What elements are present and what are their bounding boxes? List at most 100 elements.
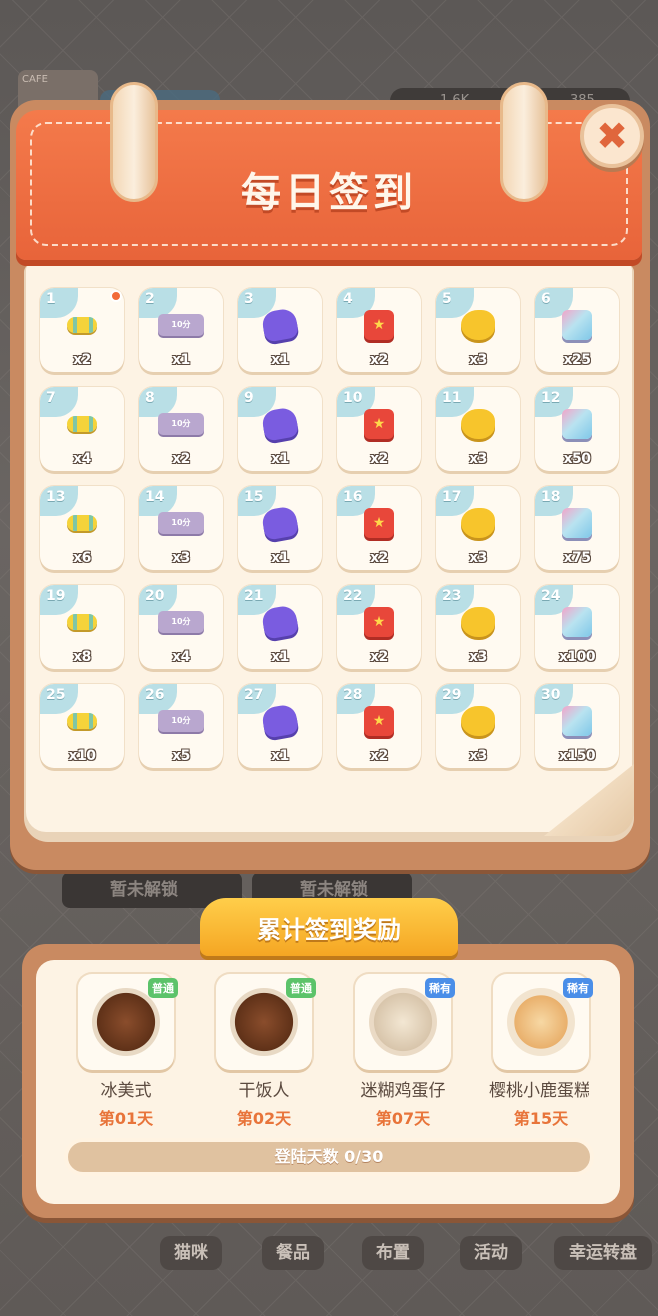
gem-icon	[562, 705, 592, 736]
day-number: 22	[343, 588, 363, 604]
day-cell[interactable]: 3 x1	[238, 288, 322, 372]
day-number: 7	[46, 390, 56, 406]
day-cell[interactable]: 20 10分 x4	[139, 585, 223, 669]
fish-icon	[461, 408, 495, 439]
day-number: 3	[244, 291, 254, 307]
day-number: 2	[145, 291, 155, 307]
day-cell[interactable]: 2 10分 x1	[139, 288, 223, 372]
reward-day: 第07天	[375, 1109, 431, 1128]
reward-quantity: x3	[469, 550, 487, 566]
cumulative-reward-2[interactable]: 普通 干饭人 第02天	[216, 974, 316, 1129]
day-cell[interactable]: 16 ★ x2	[337, 486, 421, 570]
day-cell[interactable]: 18 x75	[535, 486, 619, 570]
reward-quantity: x2	[370, 550, 388, 566]
reward-quantity: x1	[271, 352, 289, 368]
day-cell[interactable]: 28 ★ x2	[337, 684, 421, 768]
day-cell[interactable]: 6 x25	[535, 288, 619, 372]
candy-icon	[67, 415, 97, 432]
day-cell[interactable]: 22 ★ x2	[337, 585, 421, 669]
nav-food: 餐品	[262, 1236, 324, 1270]
coupon-icon: ★	[364, 507, 394, 538]
reward-name: 迷糊鸡蛋仔	[360, 1081, 446, 1101]
cumulative-reward-1[interactable]: 普通 冰美式 第01天	[78, 974, 178, 1129]
reward-name: 樱桃小鹿蛋糕	[489, 1081, 589, 1101]
rarity-badge: 稀有	[563, 978, 593, 998]
reward-quantity: x150	[558, 748, 596, 764]
day-number: 5	[442, 291, 452, 307]
ticket-icon: 10分	[158, 511, 204, 534]
day-cell[interactable]: 23 x3	[436, 585, 520, 669]
candy-icon	[67, 316, 97, 333]
gem-icon	[562, 408, 592, 439]
daily-reward-grid: 1 x2 2 10分 x1 3 x1 4 ★ x2 5 x3 6 x25 7 x4 8 10分 x2 9 x1 10 ★ x2…	[40, 288, 624, 768]
day-number: 15	[244, 489, 264, 505]
close-icon: ✖	[596, 114, 628, 158]
day-cell[interactable]: 4 ★ x2	[337, 288, 421, 372]
day-number: 19	[46, 588, 66, 604]
reward-quantity: x5	[172, 748, 190, 764]
coupon-icon: ★	[364, 606, 394, 637]
day-number: 25	[46, 687, 66, 703]
cumulative-reward-3[interactable]: 稀有 迷糊鸡蛋仔 第07天	[355, 974, 455, 1129]
fish-icon	[461, 507, 495, 538]
reward-quantity: x2	[73, 352, 91, 368]
day-cell[interactable]: 10 ★ x2	[337, 387, 421, 471]
day-cell[interactable]: 11 x3	[436, 387, 520, 471]
day-number: 6	[541, 291, 551, 307]
day-cell[interactable]: 9 x1	[238, 387, 322, 471]
day-cell[interactable]: 24 x100	[535, 585, 619, 669]
close-button[interactable]: ✖	[580, 104, 644, 168]
day-cell[interactable]: 15 x1	[238, 486, 322, 570]
day-cell[interactable]: 26 10分 x5	[139, 684, 223, 768]
gem-icon	[562, 606, 592, 637]
reward-quantity: x6	[73, 550, 91, 566]
login-progress-bar: 登陆天数 0/30	[64, 1138, 594, 1176]
donut-plate-icon	[230, 988, 298, 1056]
reward-name: 冰美式	[100, 1081, 152, 1101]
cumulative-reward-4[interactable]: 稀有 樱桃小鹿蛋糕 第15天	[489, 974, 593, 1129]
day-number: 21	[244, 588, 264, 604]
binder-ring-right	[500, 82, 548, 202]
reward-quantity: x3	[469, 748, 487, 764]
day-cell[interactable]: 21 x1	[238, 585, 322, 669]
nav-lucky-wheel: 幸运转盘	[554, 1236, 652, 1270]
day-number: 16	[343, 489, 363, 505]
day-number: 17	[442, 489, 462, 505]
day-cell[interactable]: 5 x3	[436, 288, 520, 372]
reward-icon-box: 普通	[216, 974, 316, 1070]
day-cell[interactable]: 25 x10	[40, 684, 124, 768]
day-cell[interactable]: 8 10分 x2	[139, 387, 223, 471]
candy-icon	[67, 514, 97, 531]
day-number: 13	[46, 489, 66, 505]
day-cell[interactable]: 12 x50	[535, 387, 619, 471]
fish-icon	[461, 705, 495, 736]
day-cell[interactable]: 14 10分 x3	[139, 486, 223, 570]
day-cell[interactable]: 19 x8	[40, 585, 124, 669]
day-number: 12	[541, 390, 561, 406]
day-number: 26	[145, 687, 165, 703]
day-number: 10	[343, 390, 363, 406]
day-cell[interactable]: 29 x3	[436, 684, 520, 768]
candy-icon	[67, 613, 97, 630]
reward-quantity: x1	[271, 748, 289, 764]
day-cell[interactable]: 13 x6	[40, 486, 124, 570]
candy-icon	[67, 712, 97, 729]
day-cell[interactable]: 30 x150	[535, 684, 619, 768]
reward-day: 第15天	[513, 1109, 569, 1128]
day-number: 1	[46, 291, 56, 307]
day-cell[interactable]: 17 x3	[436, 486, 520, 570]
reward-quantity: x1	[271, 649, 289, 665]
reward-quantity: x2	[370, 748, 388, 764]
day-number: 11	[442, 390, 462, 406]
reward-icon-box: 稀有	[355, 974, 455, 1070]
nav-events: 活动	[460, 1236, 522, 1270]
day-number: 30	[541, 687, 561, 703]
rarity-badge: 普通	[286, 978, 316, 998]
reward-quantity: x100	[558, 649, 596, 665]
nav-cats: 猫咪	[160, 1236, 222, 1270]
coupon-icon: ★	[364, 309, 394, 340]
day-cell[interactable]: 7 x4	[40, 387, 124, 471]
day-cell[interactable]: 27 x1	[238, 684, 322, 768]
day-number: 20	[145, 588, 165, 604]
reward-quantity: x3	[172, 550, 190, 566]
